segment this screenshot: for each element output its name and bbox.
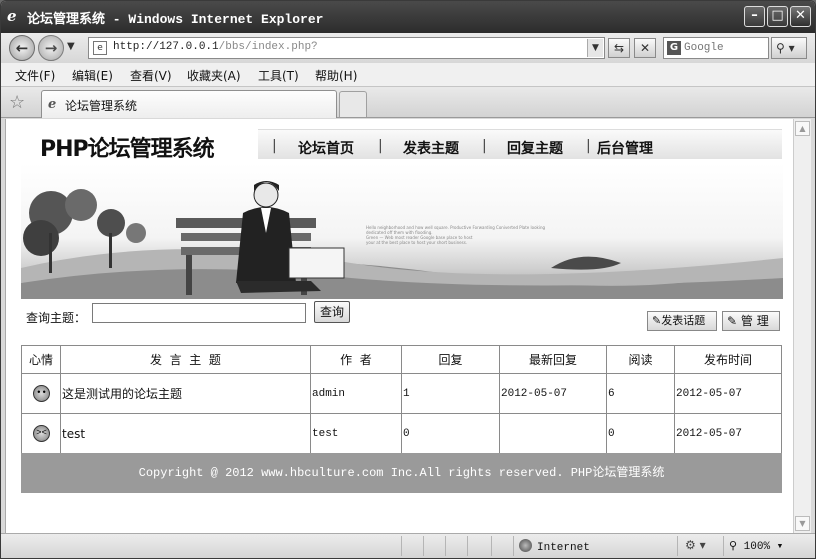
topics-table: 心情 发 言 主 题 作 者 回复 最新回复 阅读 发布时间 •• 这是测试用的… bbox=[21, 345, 782, 454]
forward-button[interactable]: → bbox=[38, 35, 64, 61]
address-bar: ← → ▼ e http://127.0.0.1/bbs/index.php? … bbox=[1, 33, 815, 63]
topic-published: 2012-05-07 bbox=[674, 413, 782, 454]
search-input[interactable] bbox=[684, 40, 766, 56]
nav-post-topic[interactable]: 发表主题 bbox=[403, 138, 459, 158]
status-bar: Internet ⚙ ▾ ⚲ 100% ▾ bbox=[1, 533, 815, 558]
edit-icon: ✎ bbox=[652, 314, 662, 327]
tab-forum[interactable]: e 论坛管理系统 bbox=[41, 90, 337, 118]
site-logo: PHP论坛管理系统 bbox=[40, 137, 215, 162]
menu-bar: 文件(F) 编辑(E) 查看(V) 收藏夹(A) 工具(T) 帮助(H) bbox=[1, 63, 815, 87]
main-nav: | 论坛首页 | 发表主题 | 回复主题 | 后台管理 bbox=[258, 129, 782, 159]
new-tab-button[interactable] bbox=[339, 91, 367, 117]
table-row: •• 这是测试用的论坛主题 admin 1 2012-05-07 6 2012-… bbox=[21, 373, 782, 414]
header-latest-reply: 最新回复 bbox=[499, 345, 607, 374]
tab-label: 论坛管理系统 bbox=[65, 99, 138, 113]
browser-window: e 论坛管理系统 - Windows Internet Explorer – □… bbox=[0, 0, 816, 559]
protected-mode-icon[interactable]: ⚙ ▾ bbox=[685, 538, 706, 552]
stop-button[interactable]: ✕ bbox=[634, 38, 656, 58]
url-dropdown-icon[interactable]: ▼ bbox=[587, 39, 603, 57]
header-published: 发布时间 bbox=[674, 345, 782, 374]
google-icon: G bbox=[667, 41, 681, 55]
table-header-row: 心情 发 言 主 题 作 者 回复 最新回复 阅读 发布时间 bbox=[21, 345, 782, 374]
search-button[interactable]: ⚲ ▾ bbox=[771, 37, 807, 59]
vertical-scrollbar[interactable]: ▲ ▼ bbox=[793, 119, 811, 533]
title-bar: e 论坛管理系统 - Windows Internet Explorer – □… bbox=[1, 1, 815, 33]
banner-text: Hello neighborhood and how well square. … bbox=[366, 225, 546, 245]
topic-published: 2012-05-07 bbox=[674, 373, 782, 414]
header-banner: Hello neighborhood and how well square. … bbox=[21, 163, 783, 299]
topic-replies: 0 bbox=[401, 413, 500, 454]
menu-help[interactable]: 帮助(H) bbox=[315, 67, 357, 84]
globe-icon bbox=[519, 539, 532, 552]
query-button[interactable]: 查询 bbox=[314, 301, 350, 323]
scroll-down-icon[interactable]: ▼ bbox=[795, 516, 810, 531]
header-mood: 心情 bbox=[21, 345, 61, 374]
close-button[interactable]: ✕ bbox=[790, 6, 811, 27]
header-replies: 回复 bbox=[401, 345, 500, 374]
menu-file[interactable]: 文件(F) bbox=[15, 67, 55, 84]
refresh-button[interactable]: ⇆ bbox=[608, 38, 630, 58]
topic-replies: 1 bbox=[401, 373, 500, 414]
header-subject: 发 言 主 题 bbox=[60, 345, 311, 374]
header-reads: 阅读 bbox=[606, 345, 675, 374]
minimize-button[interactable]: – bbox=[744, 6, 765, 27]
topic-latest-reply: 2012-05-07 bbox=[499, 373, 607, 414]
nav-reply-topic[interactable]: 回复主题 bbox=[507, 138, 563, 158]
topic-author: admin bbox=[310, 373, 402, 414]
mood-angry-icon: >< bbox=[33, 425, 50, 442]
menu-view[interactable]: 查看(V) bbox=[130, 67, 172, 84]
maximize-button[interactable]: □ bbox=[767, 6, 788, 27]
table-row: >< test test 0 0 2012-05-07 bbox=[21, 413, 782, 454]
menu-favorites[interactable]: 收藏夹(A) bbox=[187, 67, 241, 84]
topic-reads: 6 bbox=[606, 373, 675, 414]
query-label: 查询主题： bbox=[26, 311, 87, 325]
header-author: 作 者 bbox=[310, 345, 402, 374]
topic-author: test bbox=[310, 413, 402, 454]
page-icon: e bbox=[93, 41, 107, 55]
menu-edit[interactable]: 编辑(E) bbox=[72, 67, 113, 84]
zoom-level[interactable]: ⚲ 100% ▾ bbox=[729, 539, 783, 553]
topic-reads: 0 bbox=[606, 413, 675, 454]
topic-subject-link[interactable]: 这是测试用的论坛主题 bbox=[60, 373, 311, 414]
pencil-icon: ✎ bbox=[727, 314, 738, 328]
tab-bar: ☆ e 论坛管理系统 bbox=[1, 87, 815, 118]
url-field[interactable]: e http://127.0.0.1/bbs/index.php? ▼ bbox=[88, 37, 605, 59]
window-title: 论坛管理系统 - Windows Internet Explorer bbox=[27, 12, 324, 27]
mood-cool-icon: •• bbox=[33, 385, 50, 402]
back-button[interactable]: ← bbox=[9, 35, 35, 61]
tab-ie-icon: e bbox=[48, 97, 57, 112]
nav-admin[interactable]: 后台管理 bbox=[597, 138, 653, 158]
security-zone: Internet bbox=[519, 539, 590, 554]
manage-button[interactable]: ✎ 管 理 bbox=[722, 311, 780, 331]
nav-home[interactable]: 论坛首页 bbox=[298, 138, 354, 158]
scroll-up-icon[interactable]: ▲ bbox=[795, 121, 810, 136]
topic-subject-link[interactable]: test bbox=[60, 413, 311, 454]
history-dropdown-icon[interactable]: ▼ bbox=[67, 41, 75, 52]
post-topic-button[interactable]: ✎发表话题 bbox=[647, 311, 717, 331]
search-box[interactable]: G bbox=[663, 37, 769, 59]
url-path: /bbs/index.php? bbox=[218, 41, 318, 53]
page-footer: Copyright @ 2012 www.hbculture.com Inc.A… bbox=[21, 453, 782, 493]
menu-tools[interactable]: 工具(T) bbox=[258, 67, 299, 84]
favorites-star-icon[interactable]: ☆ bbox=[9, 92, 25, 113]
url-host: http://127.0.0.1 bbox=[113, 41, 219, 53]
query-input[interactable] bbox=[92, 303, 306, 323]
topic-latest-reply bbox=[499, 413, 607, 454]
page-viewport: PHP论坛管理系统 | 论坛首页 | 发表主题 | 回复主题 | 后台管理 He… bbox=[5, 119, 793, 533]
ie-logo-icon: e bbox=[7, 7, 17, 25]
